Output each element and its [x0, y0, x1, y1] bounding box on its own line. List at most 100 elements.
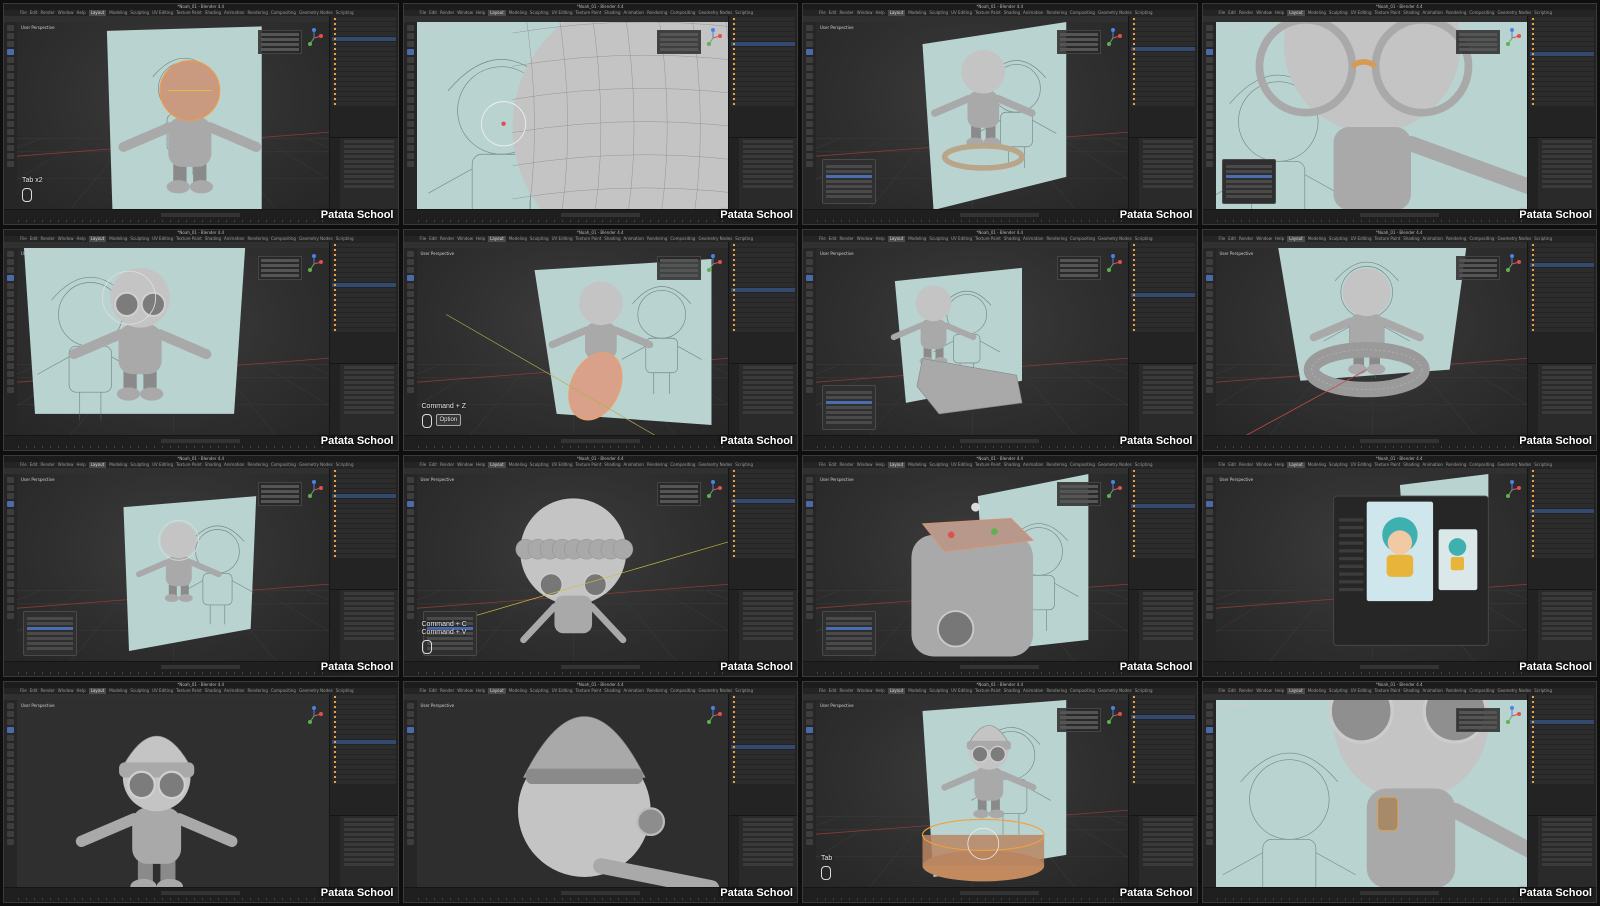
- outliner-row[interactable]: [1130, 67, 1195, 71]
- tool-icon[interactable]: [1205, 597, 1213, 603]
- sidebar-n-panel[interactable]: [1056, 30, 1101, 54]
- playback-controls[interactable]: [560, 439, 640, 443]
- outliner-row[interactable]: [1130, 303, 1195, 307]
- tool-icon[interactable]: [406, 331, 414, 337]
- tool-icon[interactable]: [7, 33, 14, 39]
- tool-icon[interactable]: [7, 711, 14, 717]
- properties-tabs[interactable]: [329, 590, 340, 662]
- outliner-row[interactable]: [1130, 720, 1195, 724]
- outliner-row[interactable]: [1130, 504, 1195, 508]
- outliner-row[interactable]: [1130, 544, 1195, 548]
- outliner-row[interactable]: [331, 288, 396, 292]
- tool-icon[interactable]: [7, 605, 14, 611]
- tool-icon[interactable]: [406, 347, 414, 353]
- tool-icon[interactable]: [406, 267, 414, 273]
- tool-icon[interactable]: [806, 541, 813, 547]
- outliner-row[interactable]: [331, 253, 396, 257]
- playback-controls[interactable]: [560, 891, 640, 895]
- outliner-row[interactable]: [331, 32, 396, 36]
- tool-icon[interactable]: [1205, 25, 1213, 31]
- outliner-row[interactable]: [731, 479, 795, 483]
- outliner-panel[interactable]: [328, 468, 398, 589]
- outliner-row[interactable]: [731, 248, 795, 252]
- outliner-row[interactable]: [1530, 313, 1594, 317]
- outliner-row[interactable]: [1530, 92, 1594, 96]
- tool-icon[interactable]: [406, 477, 414, 483]
- outliner-row[interactable]: [331, 258, 396, 262]
- tool-icon[interactable]: [1205, 137, 1213, 143]
- outliner-row[interactable]: [331, 710, 396, 714]
- outliner-row[interactable]: [331, 298, 396, 302]
- outliner-row[interactable]: [331, 755, 396, 759]
- outliner-panel[interactable]: [1127, 16, 1197, 137]
- tool-icon[interactable]: [406, 355, 414, 361]
- tool-icon[interactable]: [1205, 719, 1213, 725]
- properties-panel[interactable]: [1527, 363, 1596, 436]
- tool-icon[interactable]: [406, 775, 414, 781]
- tool-icon[interactable]: [7, 153, 14, 159]
- outliner-row[interactable]: [1130, 494, 1195, 498]
- outliner-row[interactable]: [331, 77, 396, 81]
- outliner-row[interactable]: [731, 303, 795, 307]
- outliner-row[interactable]: [1530, 760, 1594, 764]
- properties-tabs[interactable]: [1128, 138, 1139, 210]
- tool-icon[interactable]: [1205, 347, 1213, 353]
- outliner-row[interactable]: [331, 554, 396, 558]
- outliner-row[interactable]: [331, 715, 396, 719]
- navigation-gizmo-icon[interactable]: [1502, 28, 1522, 48]
- outliner-row[interactable]: [331, 509, 396, 513]
- navigation-gizmo-icon[interactable]: [304, 28, 324, 48]
- outliner-row[interactable]: [1530, 263, 1594, 267]
- outliner-row[interactable]: [1130, 27, 1195, 31]
- tool-icon[interactable]: [806, 743, 813, 749]
- 3d-viewport[interactable]: User Perspective: [816, 248, 1129, 436]
- outliner-row[interactable]: [731, 278, 795, 282]
- tool-icon[interactable]: [7, 315, 14, 321]
- tool-icon[interactable]: [1205, 81, 1213, 87]
- properties-tabs[interactable]: [729, 138, 739, 210]
- tool-icon[interactable]: [1205, 767, 1213, 773]
- outliner-row[interactable]: [331, 504, 396, 508]
- tool-icon[interactable]: [1205, 743, 1213, 749]
- outliner-row[interactable]: [331, 308, 396, 312]
- sidebar-n-panel[interactable]: [1056, 482, 1101, 506]
- tool-icon[interactable]: [7, 493, 14, 499]
- tool-icon[interactable]: [1205, 727, 1213, 733]
- outliner-row[interactable]: [1530, 293, 1594, 297]
- tool-icon[interactable]: [406, 573, 414, 579]
- tool-icon[interactable]: [806, 315, 813, 321]
- adjust-last-operation-panel[interactable]: [1221, 159, 1276, 204]
- sidebar-n-panel[interactable]: [1056, 708, 1101, 732]
- tool-icon[interactable]: [406, 291, 414, 297]
- outliner-row[interactable]: [731, 27, 795, 31]
- tool-icon[interactable]: [7, 331, 14, 337]
- outliner-row[interactable]: [331, 770, 396, 774]
- outliner-row[interactable]: [731, 253, 795, 257]
- tool-icon[interactable]: [1205, 557, 1213, 563]
- outliner-row[interactable]: [731, 499, 795, 503]
- tool-icon[interactable]: [1205, 831, 1213, 837]
- sidebar-n-panel[interactable]: [657, 482, 701, 506]
- outliner-row[interactable]: [1530, 273, 1594, 277]
- outliner-row[interactable]: [331, 313, 396, 317]
- properties-panel[interactable]: [728, 589, 797, 662]
- navigation-gizmo-icon[interactable]: [1502, 480, 1522, 500]
- outliner-row[interactable]: [1530, 494, 1594, 498]
- outliner-row[interactable]: [731, 720, 795, 724]
- tool-icon[interactable]: [806, 323, 813, 329]
- outliner-row[interactable]: [1530, 514, 1594, 518]
- tool-icon[interactable]: [1205, 121, 1213, 127]
- tool-icon[interactable]: [7, 501, 14, 507]
- outliner-row[interactable]: [1530, 735, 1594, 739]
- outliner-row[interactable]: [1530, 87, 1594, 91]
- outliner-row[interactable]: [731, 328, 795, 332]
- 3d-viewport[interactable]: User Perspective: [1215, 22, 1528, 210]
- tool-icon[interactable]: [7, 597, 14, 603]
- navigation-gizmo-icon[interactable]: [703, 480, 723, 500]
- tool-icon[interactable]: [406, 743, 414, 749]
- tool-icon[interactable]: [806, 267, 813, 273]
- playback-controls[interactable]: [161, 891, 241, 895]
- outliner-row[interactable]: [1530, 770, 1594, 774]
- tool-icon[interactable]: [1205, 783, 1213, 789]
- tool-icon[interactable]: [406, 565, 414, 571]
